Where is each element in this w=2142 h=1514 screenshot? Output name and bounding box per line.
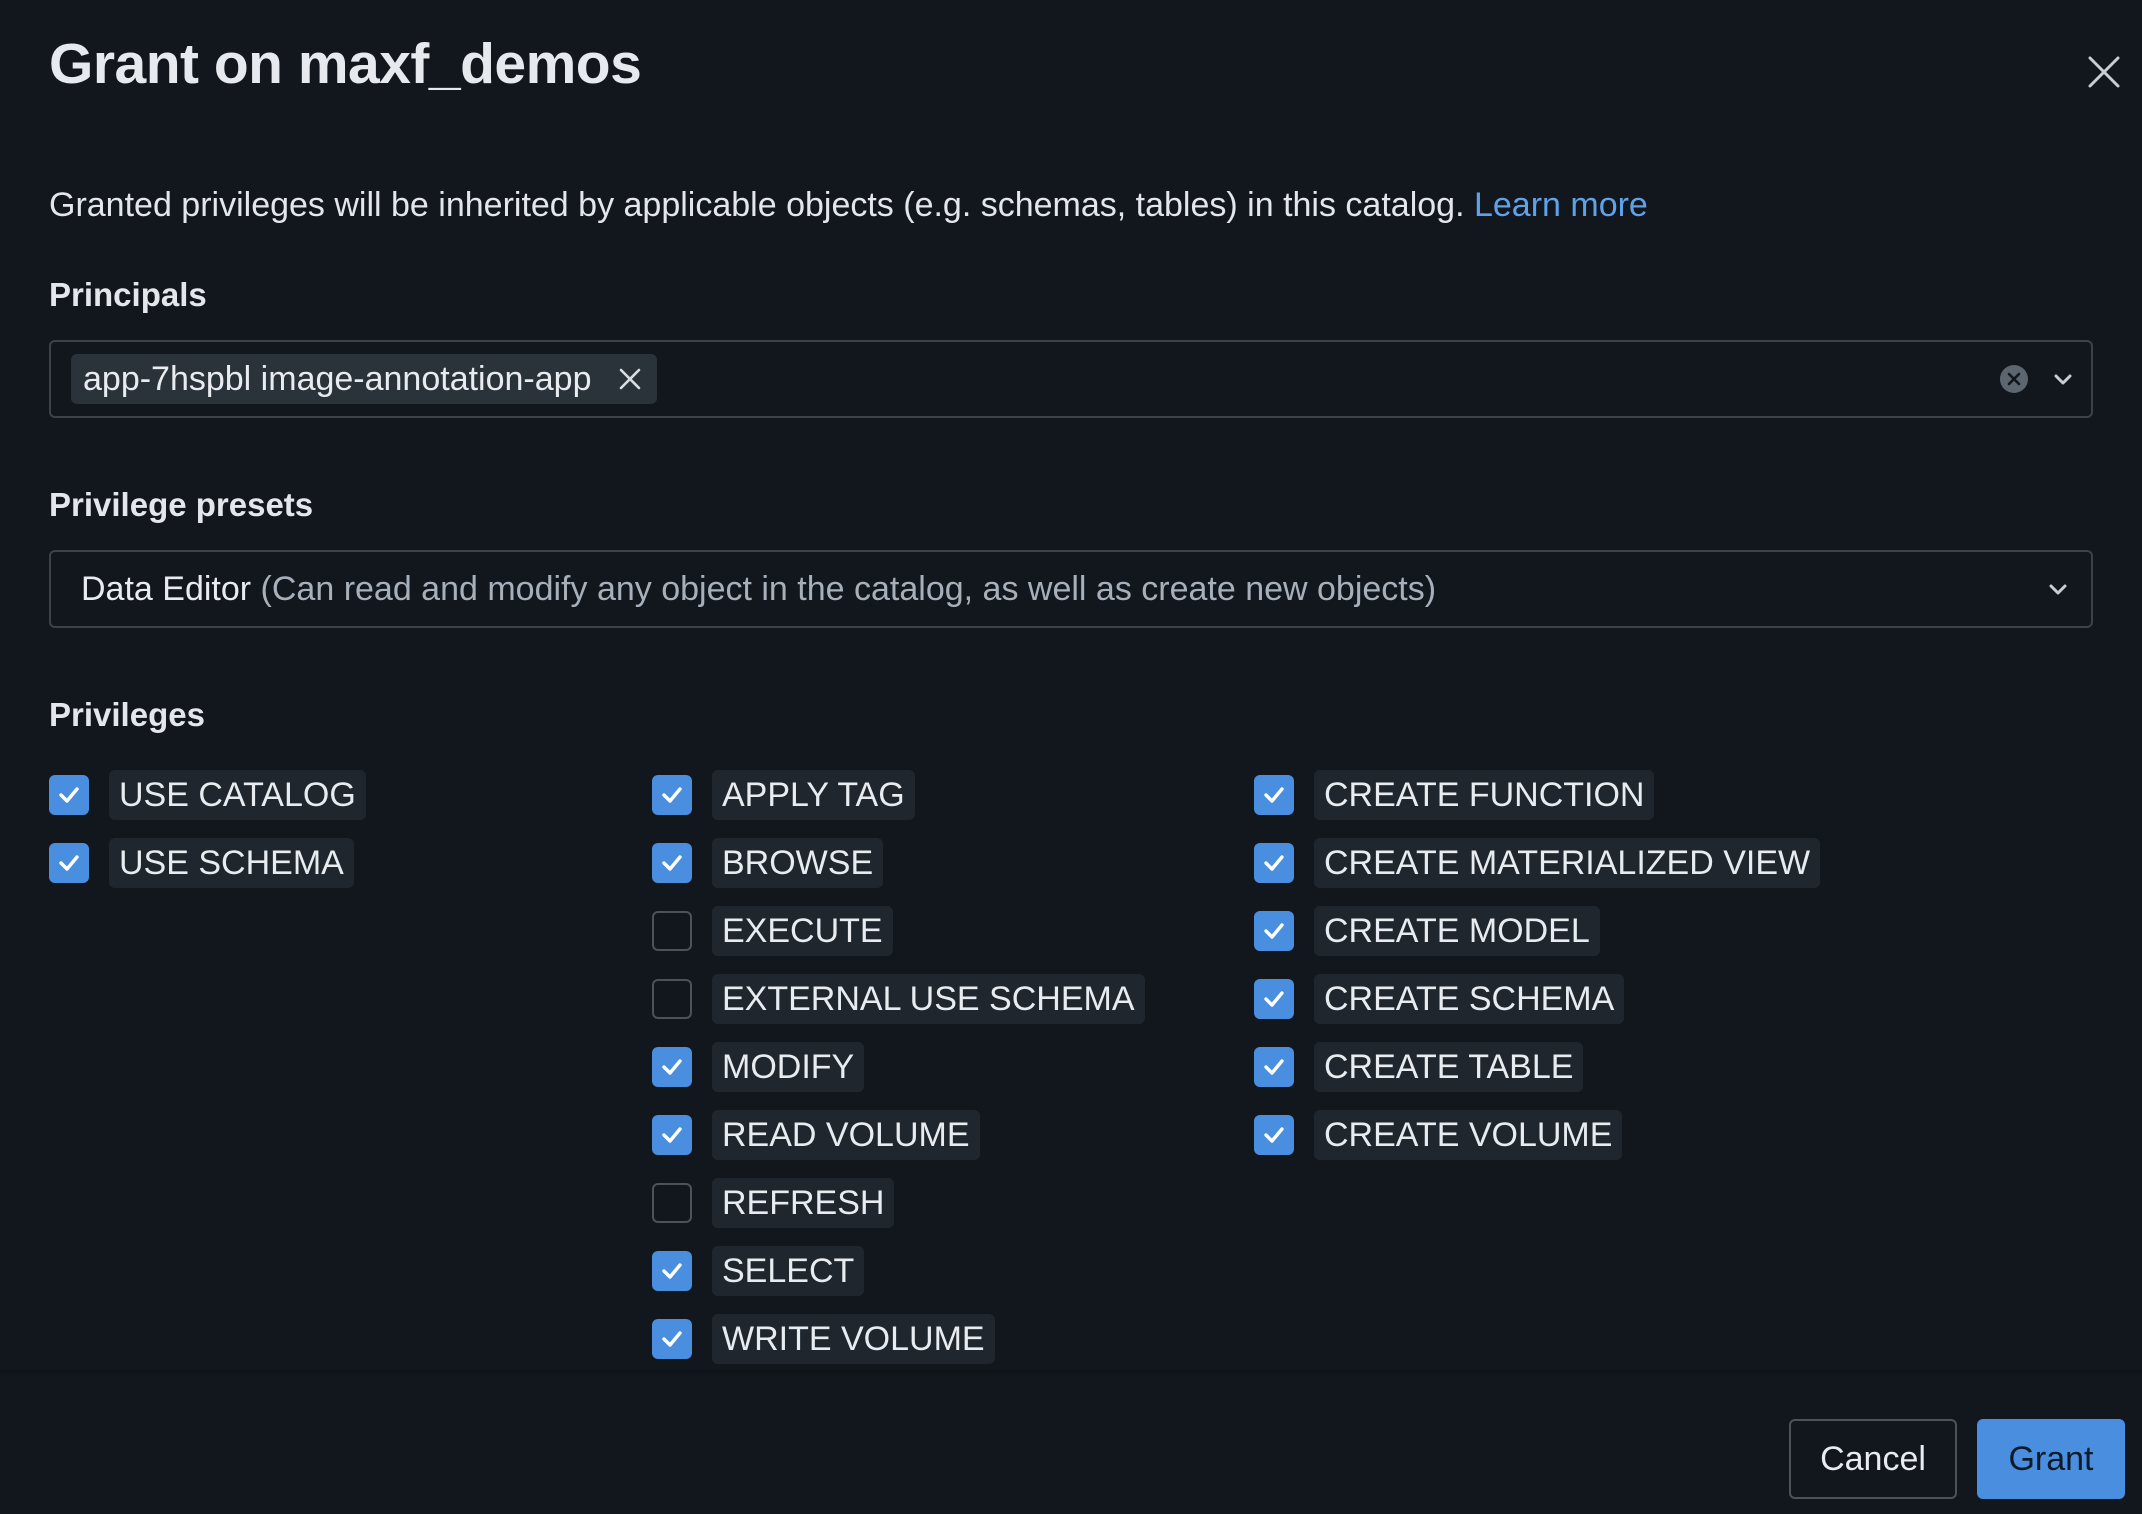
privilege-label: REFRESH (712, 1178, 895, 1228)
privilege-label: USE CATALOG (109, 770, 366, 820)
privilege-label: CREATE VOLUME (1314, 1110, 1623, 1160)
privilege-checkbox[interactable] (652, 1115, 692, 1155)
privilege-item[interactable]: APPLY TAG (652, 770, 915, 820)
privilege-label: EXTERNAL USE SCHEMA (712, 974, 1145, 1024)
privilege-item[interactable]: EXECUTE (652, 906, 893, 956)
privilege-checkbox[interactable] (1254, 843, 1294, 883)
privilege-checkbox[interactable] (652, 843, 692, 883)
privilege-label: EXECUTE (712, 906, 893, 956)
checkmark-icon (1264, 923, 1284, 939)
privilege-item[interactable]: USE SCHEMA (49, 838, 354, 888)
checkmark-icon (59, 787, 79, 803)
privilege-item[interactable]: CREATE MODEL (1254, 906, 1600, 956)
principals-label: Principals (49, 276, 207, 313)
preset-selected-value: Data Editor (Can read and modify any obj… (81, 566, 1436, 612)
checkmark-icon (662, 787, 682, 803)
checkmark-icon (1264, 1059, 1284, 1075)
privilege-checkbox[interactable] (1254, 979, 1294, 1019)
privilege-checkbox[interactable] (652, 1251, 692, 1291)
checkmark-icon (1264, 991, 1284, 1007)
privilege-label: CREATE MODEL (1314, 906, 1600, 956)
privilege-label: CREATE TABLE (1314, 1042, 1584, 1092)
checkmark-icon (662, 1059, 682, 1075)
close-icon (620, 368, 641, 390)
privilege-checkbox[interactable] (1254, 1047, 1294, 1087)
checkmark-icon (1264, 787, 1284, 803)
privilege-label: CREATE FUNCTION (1314, 770, 1655, 820)
privilege-checkbox[interactable] (1254, 775, 1294, 815)
privilege-item[interactable]: CREATE VOLUME (1254, 1110, 1623, 1160)
privilege-checkbox[interactable] (652, 979, 692, 1019)
privilege-presets-label: Privilege presets (49, 486, 314, 523)
privilege-checkbox[interactable] (1254, 911, 1294, 951)
dialog-title: Grant on maxf_demos (49, 32, 642, 96)
clear-circle-icon (2000, 365, 2028, 393)
grant-button[interactable]: Grant (1977, 1419, 2125, 1499)
preset-description: (Can read and modify any object in the c… (260, 570, 1437, 608)
privilege-item[interactable]: WRITE VOLUME (652, 1314, 995, 1364)
privilege-item[interactable]: EXTERNAL USE SCHEMA (652, 974, 1145, 1024)
learn-more-link[interactable]: Learn more (1474, 186, 1648, 224)
privilege-label: READ VOLUME (712, 1110, 980, 1160)
principals-select[interactable]: app-7hspbl image-annotation-app (49, 340, 2093, 418)
privilege-label: BROWSE (712, 838, 884, 888)
checkmark-icon (1264, 855, 1284, 871)
privilege-checkbox[interactable] (652, 1319, 692, 1359)
privilege-item[interactable]: CREATE MATERIALIZED VIEW (1254, 838, 1821, 888)
clear-all-button[interactable] (1999, 364, 2029, 394)
checkmark-icon (59, 855, 79, 871)
privilege-checkbox[interactable] (652, 911, 692, 951)
privilege-item[interactable]: SELECT (652, 1246, 865, 1296)
privilege-item[interactable]: MODIFY (652, 1042, 865, 1092)
privilege-presets-select[interactable]: Data Editor (Can read and modify any obj… (49, 550, 2093, 628)
checkmark-icon (662, 855, 682, 871)
privilege-label: SELECT (712, 1246, 865, 1296)
privilege-checkbox[interactable] (1254, 1115, 1294, 1155)
checkmark-icon (662, 1331, 682, 1347)
principal-chip-label: app-7hspbl image-annotation-app (83, 359, 592, 398)
chevron-down-icon (2054, 374, 2072, 385)
privilege-checkbox[interactable] (652, 1183, 692, 1223)
dialog-description: Granted privileges will be inherited by … (49, 182, 1648, 228)
privilege-item[interactable]: CREATE TABLE (1254, 1042, 1584, 1092)
description-text: Granted privileges will be inherited by … (49, 186, 1465, 224)
checkmark-icon (1264, 1127, 1284, 1143)
close-button[interactable] (2084, 52, 2124, 92)
privilege-item[interactable]: REFRESH (652, 1178, 895, 1228)
checkmark-icon (662, 1263, 682, 1279)
privilege-label: CREATE MATERIALIZED VIEW (1314, 838, 1821, 888)
privilege-label: CREATE SCHEMA (1314, 974, 1625, 1024)
principals-dropdown-button[interactable] (2047, 364, 2079, 396)
privilege-checkbox[interactable] (652, 1047, 692, 1087)
privilege-checkbox[interactable] (652, 775, 692, 815)
privilege-label: USE SCHEMA (109, 838, 354, 888)
privilege-label: MODIFY (712, 1042, 865, 1092)
privilege-checkbox[interactable] (49, 843, 89, 883)
privilege-item[interactable]: READ VOLUME (652, 1110, 980, 1160)
principal-chip: app-7hspbl image-annotation-app (71, 354, 658, 404)
privilege-label: WRITE VOLUME (712, 1314, 995, 1364)
privilege-item[interactable]: CREATE SCHEMA (1254, 974, 1625, 1024)
checkmark-icon (662, 1127, 682, 1143)
chevron-down-icon (2049, 584, 2067, 595)
privilege-item[interactable]: CREATE FUNCTION (1254, 770, 1655, 820)
privileges-label: Privileges (49, 696, 205, 733)
close-icon (2088, 56, 2120, 88)
remove-principal-button[interactable] (613, 362, 647, 396)
privilege-item[interactable]: BROWSE (652, 838, 884, 888)
cancel-button[interactable]: Cancel (1789, 1419, 1957, 1499)
presets-dropdown-button[interactable] (2042, 574, 2074, 606)
preset-name: Data Editor (81, 570, 252, 608)
privilege-label: APPLY TAG (712, 770, 915, 820)
privilege-item[interactable]: USE CATALOG (49, 770, 366, 820)
privilege-checkbox[interactable] (49, 775, 89, 815)
footer-divider (0, 1370, 2142, 1376)
